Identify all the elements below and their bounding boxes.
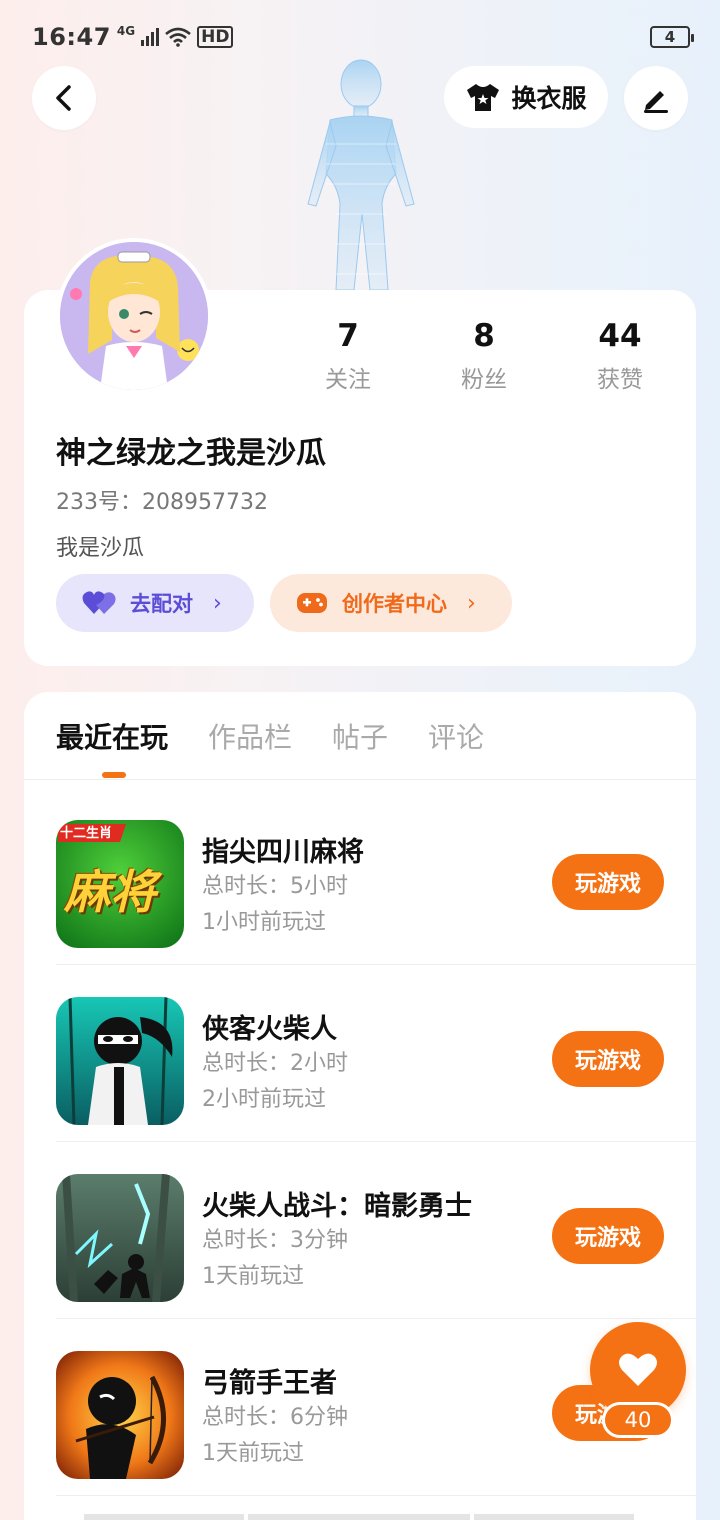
profile-uid: 233号：208957732 — [56, 490, 268, 515]
network-type: 4G — [116, 24, 136, 38]
profile-stats: 7 关注 8 粉丝 44 获赞 — [280, 316, 688, 394]
profile-bio: 我是沙瓜 — [56, 536, 145, 561]
mahjong-icon[interactable]: 十二生肖 麻将 — [56, 820, 184, 948]
game-last-played: 2小时前玩过 — [202, 1087, 326, 1112]
gamepad-icon — [297, 593, 327, 613]
creator-center-button[interactable]: 创作者中心 › — [270, 574, 512, 632]
stat-value: 44 — [598, 318, 642, 354]
game-duration: 总时长：5小时 — [202, 874, 348, 899]
divider — [24, 779, 696, 780]
battery-level: 4 — [664, 28, 676, 46]
play-game-button[interactable]: 玩游戏 — [552, 1031, 664, 1087]
game-title: 火柴人战斗：暗影勇士 — [202, 1191, 472, 1222]
anime-avatar-image — [60, 242, 208, 390]
game-title: 指尖四川麻将 — [202, 837, 364, 868]
mahjong-badge-text: 十二生肖 — [60, 826, 113, 841]
back-arrow-icon — [56, 85, 71, 111]
tab-recently-played[interactable]: 最近在玩 — [56, 716, 168, 756]
mahjong-icon-text: 麻将 — [64, 865, 156, 919]
shadow-warrior-icon[interactable] — [56, 1174, 184, 1302]
game-last-played: 1小时前玩过 — [202, 910, 326, 935]
chevron-right-icon: › — [467, 590, 476, 616]
active-tab-indicator — [102, 772, 126, 778]
game-title: 侠客火柴人 — [202, 1014, 337, 1045]
tab-works[interactable]: 作品栏 — [208, 716, 292, 756]
game-last-played: 1天前玩过 — [202, 1264, 304, 1289]
play-game-button[interactable]: 玩游戏 — [552, 854, 664, 910]
ninja-icon[interactable] — [56, 997, 184, 1125]
game-duration: 总时长：3分钟 — [202, 1228, 348, 1253]
stat-label: 获赞 — [597, 367, 643, 393]
creator-center-label: 创作者中心 — [342, 592, 447, 616]
status-icons: 4G HD — [116, 24, 234, 48]
back-button[interactable] — [32, 66, 96, 130]
wifi-icon — [165, 27, 191, 47]
match-label: 去配对 — [130, 592, 193, 616]
stat-value: 8 — [473, 318, 495, 354]
battery-icon: 4 — [650, 26, 694, 48]
stat-following[interactable]: 7 关注 — [280, 316, 416, 394]
bottom-placeholder — [84, 1514, 634, 1520]
like-count: 40 — [602, 1402, 674, 1438]
chevron-right-icon: › — [213, 590, 222, 616]
tab-comments[interactable]: 评论 — [428, 716, 484, 756]
avatar[interactable] — [56, 238, 212, 394]
game-last-played: 1天前玩过 — [202, 1441, 304, 1466]
change-outfit-label: 换衣服 — [511, 84, 587, 113]
edit-profile-button[interactable] — [624, 66, 688, 130]
play-game-button[interactable]: 玩游戏 — [552, 1208, 664, 1264]
game-row[interactable]: 侠客火柴人 总时长：2小时 2小时前玩过 玩游戏 — [56, 965, 696, 1142]
double-heart-icon — [82, 591, 116, 614]
stat-followers[interactable]: 8 粉丝 — [416, 316, 552, 394]
game-row[interactable]: 十二生肖 麻将 指尖四川麻将 总时长：5小时 1小时前玩过 玩游戏 — [56, 788, 696, 965]
archer-icon[interactable] — [56, 1351, 184, 1479]
avatar-figure[interactable] — [296, 54, 426, 294]
change-outfit-button[interactable]: 换衣服 — [444, 66, 608, 128]
game-row[interactable]: 火柴人战斗：暗影勇士 总时长：3分钟 1天前玩过 玩游戏 — [56, 1142, 696, 1319]
heart-icon — [619, 1353, 657, 1386]
match-button[interactable]: 去配对 › — [56, 574, 254, 632]
status-time: 16:47 — [32, 23, 111, 51]
hd-icon: HD — [197, 26, 234, 48]
tab-posts[interactable]: 帖子 — [332, 716, 388, 756]
pencil-icon — [644, 91, 668, 113]
profile-nickname: 神之绿龙之我是沙瓜 — [56, 436, 326, 471]
game-duration: 总时长：6分钟 — [202, 1405, 348, 1430]
content-tabs: 最近在玩 作品栏 帖子 评论 — [56, 716, 484, 756]
stat-label: 粉丝 — [461, 367, 507, 393]
stat-likes[interactable]: 44 获赞 — [552, 316, 688, 394]
divider — [56, 1495, 696, 1496]
signal-icon — [141, 28, 160, 46]
stat-value: 7 — [337, 318, 359, 354]
game-title: 弓箭手王者 — [202, 1368, 337, 1399]
stat-label: 关注 — [325, 367, 371, 393]
game-duration: 总时长：2小时 — [202, 1051, 348, 1076]
tshirt-icon — [467, 84, 500, 111]
